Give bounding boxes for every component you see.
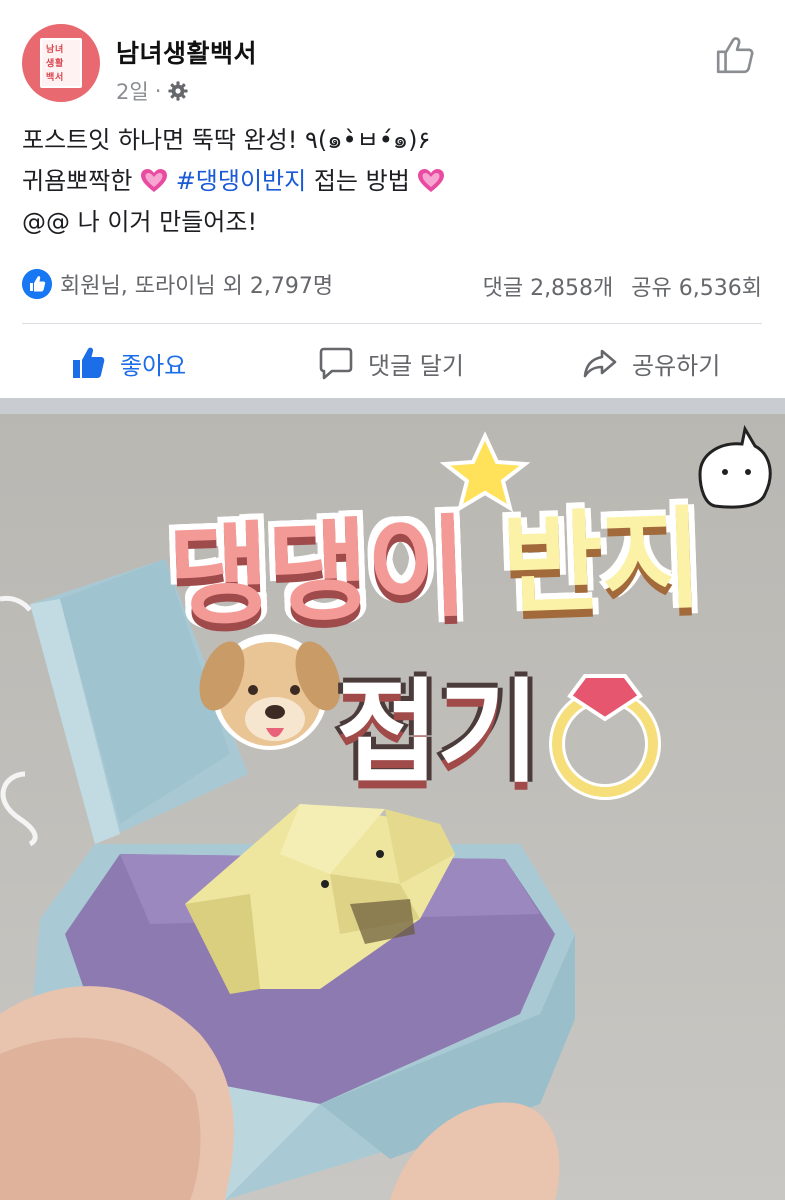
feed-separator — [0, 398, 785, 414]
like-button[interactable]: 좋아요 — [70, 340, 186, 386]
post-line-2-prefix: 귀욤뽀짝한 — [22, 167, 133, 195]
like-label: 좋아요 — [120, 351, 187, 380]
post-header: 남 녀 생 활 백 서 남녀생활백서 2일 · — [0, 0, 785, 112]
comments-count[interactable]: 댓글 2,858개 — [483, 270, 614, 302]
post-time[interactable]: 2일 — [116, 76, 149, 106]
post-meta: 2일 · — [116, 76, 189, 106]
engagement-counts: 댓글 2,858개 공유 6,536회 — [483, 270, 762, 302]
avatar-char: 생 — [46, 59, 55, 69]
post-stats: 회원님, 또라이님 외 2,797명 댓글 2,858개 공유 6,536회 — [22, 268, 762, 308]
image-title-yellow: 반지 — [499, 494, 703, 630]
comment-bubble-icon — [319, 347, 353, 380]
image-title-line-2: 접기 — [336, 668, 540, 798]
avatar-char: 남 — [46, 45, 55, 55]
thumbs-up-filled-icon — [73, 347, 105, 378]
share-button[interactable]: 공유하기 — [582, 340, 720, 386]
comment-button[interactable]: 댓글 달기 — [318, 340, 464, 386]
post-line-2-suffix: 접는 방법 — [313, 167, 410, 195]
avatar-char: 활 — [55, 59, 64, 69]
thumbs-up-outline-icon[interactable] — [714, 34, 756, 76]
avatar-char: 서 — [55, 73, 64, 83]
action-bar: 좋아요 댓글 달기 공유하기 — [0, 330, 785, 396]
page-name[interactable]: 남녀생활백서 — [116, 34, 257, 70]
divider — [22, 323, 762, 324]
avatar-char: 녀 — [55, 45, 64, 55]
post-line-1: 포스트잇 하나면 뚝딱 완성! ٩(๑•̀ㅂ•́๑)۶ — [22, 126, 431, 154]
avatar-char: 백 — [46, 73, 55, 83]
shares-count[interactable]: 공유 6,536회 — [631, 270, 762, 302]
comment-label: 댓글 달기 — [368, 351, 464, 380]
reactions-text: 회원님, 또라이님 외 2,797명 — [60, 274, 334, 299]
meta-dot: · — [154, 79, 162, 103]
hashtag-link[interactable]: #댕댕이반지 — [176, 167, 307, 195]
post-line-3: @@ 나 이거 만들어조! — [22, 208, 258, 236]
image-title-line-1: 댕댕이 반지 — [165, 469, 703, 647]
post-image[interactable]: 댕댕이 반지 접기 — [0, 414, 785, 1200]
page-avatar[interactable]: 남 녀 생 활 백 서 — [22, 24, 100, 102]
heart-icon — [141, 169, 168, 192]
reactions-summary[interactable]: 회원님, 또라이님 외 2,797명 — [22, 268, 333, 300]
like-badge-icon — [22, 269, 52, 299]
gear-icon[interactable] — [167, 80, 189, 102]
share-arrow-icon — [583, 349, 617, 378]
post-text: 포스트잇 하나면 뚝딱 완성! ٩(๑•̀ㅂ•́๑)۶ 귀욤뽀짝한 #댕댕이반지… — [22, 120, 762, 243]
avatar-book-logo: 남 녀 생 활 백 서 — [40, 38, 82, 88]
heart-icon — [418, 169, 445, 192]
share-label: 공유하기 — [632, 351, 721, 380]
image-title-pink: 댕댕이 — [166, 502, 469, 642]
post-line-2: 귀욤뽀짝한 #댕댕이반지 접는 방법 — [22, 161, 762, 202]
